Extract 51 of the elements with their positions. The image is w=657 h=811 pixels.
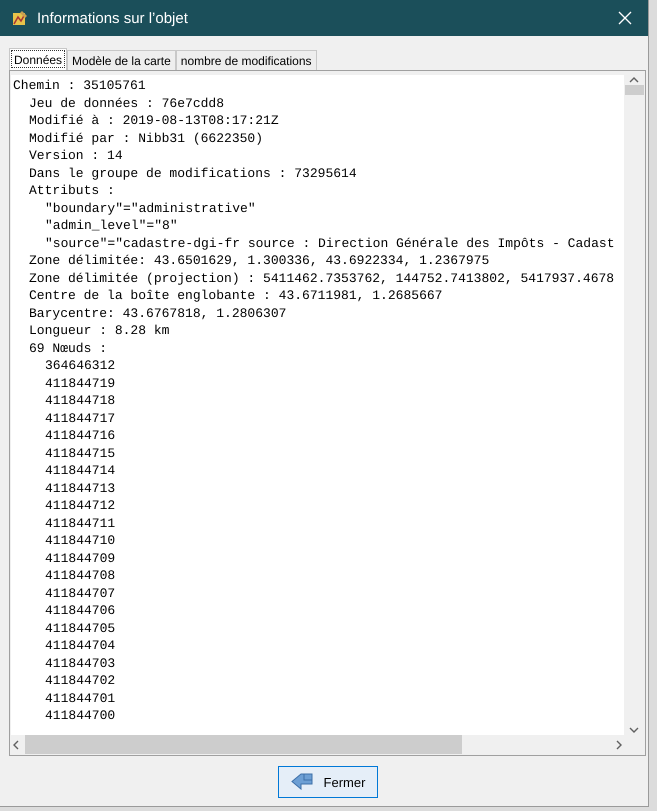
info-line: Barycentre: 43.6767818, 1.2806307 <box>29 306 286 320</box>
scroll-left-icon[interactable] <box>11 740 21 750</box>
info-line: 411844712 <box>45 498 116 513</box>
scroll-thumb[interactable] <box>25 735 462 754</box>
info-line: 411844706 <box>45 603 116 618</box>
close-icon[interactable] <box>618 11 632 25</box>
info-line: 411844702 <box>45 673 116 688</box>
info-line: 411844713 <box>45 480 116 496</box>
info-line: 411844717 <box>45 410 116 426</box>
close-button[interactable]: Fermer <box>278 766 378 798</box>
scroll-thumb[interactable] <box>624 85 644 95</box>
info-line: 411844704 <box>45 638 116 653</box>
info-line: Modifié par : Nibb31 (6622350) <box>29 130 264 146</box>
info-line: 411844703 <box>45 656 116 670</box>
tab[interactable]: Modèle de la carte <box>67 50 176 70</box>
scroll-down-icon[interactable] <box>629 725 639 735</box>
horizontal-scrollbar[interactable] <box>11 735 624 754</box>
info-line: 411844700 <box>45 708 116 723</box>
info-line: 411844718 <box>45 393 116 408</box>
scroll-up-icon[interactable] <box>629 75 639 85</box>
info-line: Longueur : 8.28 km <box>29 323 170 338</box>
info-line: Zone délimitée (projection) : 5411462.7353762, 144752.7413802, 5417937.4678 <box>29 270 614 286</box>
info-line: "source"="cadastre-dgi-fr source : Direction Générale des Impôts - Cadast <box>45 236 614 250</box>
info-line: Dans le groupe de modifications : 73295614 <box>29 166 357 180</box>
info-line: Zone délimitée: 43.6501629, 1.300336, 43.6922334, 1.2367975 <box>29 253 490 268</box>
info-line: Chemin : 35105761 <box>13 78 146 93</box>
info-line: 411844716 <box>45 428 116 443</box>
info-line: Jeu de données : 76e7cdd8 <box>29 96 224 110</box>
window-title: Informations sur l’objet <box>37 10 189 26</box>
tab[interactable]: Données <box>9 48 68 70</box>
info-line: Centre de la boîte englobante : 43.6711981, 1.2685667 <box>29 288 442 303</box>
info-line: 364646312 <box>45 358 116 373</box>
info-line: 411844705 <box>45 620 116 636</box>
info-line: 411844714 <box>45 463 116 478</box>
info-line: "boundary"="administrative" <box>45 200 256 216</box>
info-line: 411844707 <box>45 586 116 600</box>
info-line: 411844708 <box>45 568 116 583</box>
info-line: 411844710 <box>45 533 116 548</box>
info-line: "admin_level"="8" <box>45 218 178 233</box>
info-line: Version : 14 <box>29 148 123 163</box>
info-line: 411844715 <box>45 446 116 460</box>
tab[interactable]: nombre de modifications <box>176 50 317 70</box>
info-line: 411844719 <box>45 376 116 390</box>
info-line: 411844701 <box>45 690 116 706</box>
info-line: Attributs : <box>29 183 115 198</box>
info-line: 411844709 <box>45 550 116 566</box>
info-line: 411844711 <box>45 516 116 530</box>
info-line: Modifié à : 2019-08-13T08:17:21Z <box>29 113 279 128</box>
scroll-right-icon[interactable] <box>614 740 624 750</box>
info-line: 69 Nœuds : <box>29 340 108 356</box>
app-icon <box>12 10 28 26</box>
